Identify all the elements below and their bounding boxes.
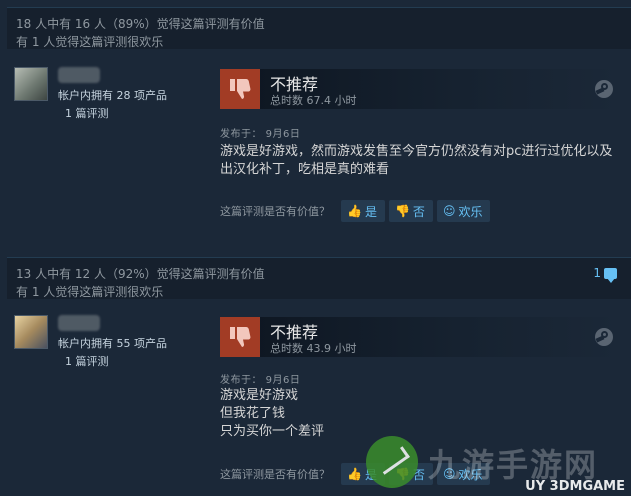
smiley-icon: ☺ bbox=[442, 467, 456, 481]
thumbs-up-icon: 👍 bbox=[347, 204, 362, 218]
funny-count-text: 有 1 人觉得这篇评测很欢乐 bbox=[16, 35, 164, 49]
review-body-line: 出汉化补丁，吃相是真的难看 bbox=[220, 162, 390, 177]
review-body-line: 但我花了钱 bbox=[220, 406, 286, 421]
vote-no-button[interactable]: 👎 否 bbox=[388, 200, 433, 222]
posted-date: 发布于： 9月6日 bbox=[220, 129, 301, 140]
products-owned[interactable]: 帐户内拥有 55 项产品 bbox=[58, 335, 167, 351]
vote-row: 这篇评测是否有价值？ 👍 是 👎 否 ☺ 欢乐 bbox=[220, 200, 491, 222]
vote-row: 这篇评测是否有价值？ 👍 是 👎 否 ☺ 欢乐 bbox=[220, 463, 491, 485]
vote-funny-label: 欢乐 bbox=[458, 204, 483, 219]
review-card: 18 人中有 16 人（89%）觉得这篇评测有价值 有 1 人觉得这篇评测很欢乐… bbox=[7, 7, 631, 229]
comment-count-link[interactable]: 1 bbox=[593, 264, 617, 283]
smiley-icon: ☺ bbox=[442, 204, 456, 218]
vote-funny-label: 欢乐 bbox=[458, 467, 483, 482]
author-review-count[interactable]: 1 篇评测 bbox=[65, 105, 109, 121]
vote-yes-label: 是 bbox=[364, 467, 377, 482]
vote-yes-button[interactable]: 👍 是 bbox=[341, 200, 385, 222]
thumbs-up-icon: 👍 bbox=[347, 467, 362, 481]
vote-funny-button[interactable]: ☺ 欢乐 bbox=[436, 463, 491, 485]
review-body-line: 只为买你一个差评 bbox=[220, 424, 325, 439]
vote-question: 这篇评测是否有价值？ bbox=[220, 468, 330, 481]
vote-no-label: 否 bbox=[412, 467, 425, 482]
steam-icon bbox=[595, 80, 613, 98]
playtime-hours: 总时数 43.9 小时 bbox=[270, 342, 357, 355]
steam-icon bbox=[595, 328, 613, 346]
playtime-hours: 总时数 67.4 小时 bbox=[270, 94, 357, 107]
avatar[interactable] bbox=[14, 67, 48, 101]
author-name-blurred[interactable] bbox=[58, 315, 100, 331]
posted-date: 发布于： 9月6日 bbox=[220, 375, 301, 386]
vote-yes-label: 是 bbox=[364, 204, 377, 219]
review-helpfulness: 13 人中有 12 人（92%）觉得这篇评测有价值 有 1 人觉得这篇评测很欢乐… bbox=[7, 257, 631, 299]
vote-no-button[interactable]: 👎 否 bbox=[388, 463, 433, 485]
review-body-line: 游戏是好游戏，然而游戏发售至今官方仍然没有对pc进行过优化以及 bbox=[220, 144, 613, 159]
helpful-count-text: 13 人中有 12 人（92%）觉得这篇评测有价值 bbox=[16, 267, 265, 281]
thumbs-down-icon bbox=[220, 317, 260, 357]
comment-count: 1 bbox=[593, 266, 601, 280]
author-review-count[interactable]: 1 篇评测 bbox=[65, 353, 109, 369]
vote-yes-button[interactable]: 👍 是 bbox=[341, 463, 385, 485]
thumbs-down-icon: 👎 bbox=[394, 467, 410, 481]
helpful-count-text: 18 人中有 16 人（89%）觉得这篇评测有价值 bbox=[16, 17, 265, 31]
vote-no-label: 否 bbox=[412, 204, 425, 219]
review-card: 13 人中有 12 人（92%）觉得这篇评测有价值 有 1 人觉得这篇评测很欢乐… bbox=[7, 257, 631, 496]
thumbs-down-icon bbox=[220, 69, 260, 109]
review-body: 游戏是好游戏，然而游戏发售至今官方仍然没有对pc进行过优化以及 出汉化补丁，吃相… bbox=[220, 143, 620, 179]
avatar[interactable] bbox=[14, 315, 48, 349]
review-body-line: 游戏是好游戏 bbox=[220, 388, 299, 403]
review-body: 游戏是好游戏 但我花了钱 只为买你一个差评 bbox=[220, 387, 620, 441]
vote-question: 这篇评测是否有价值？ bbox=[220, 205, 330, 218]
review-helpfulness: 18 人中有 16 人（89%）觉得这篇评测有价值 有 1 人觉得这篇评测很欢乐 bbox=[7, 7, 631, 49]
review-verdict[interactable]: 不推荐 总时数 43.9 小时 bbox=[220, 317, 620, 357]
comment-bubble-icon bbox=[604, 267, 617, 283]
funny-count-text: 有 1 人觉得这篇评测很欢乐 bbox=[16, 285, 164, 299]
review-verdict[interactable]: 不推荐 总时数 67.4 小时 bbox=[220, 69, 620, 109]
products-owned[interactable]: 帐户内拥有 28 项产品 bbox=[58, 87, 167, 103]
vote-funny-button[interactable]: ☺ 欢乐 bbox=[436, 200, 491, 222]
author-name-blurred[interactable] bbox=[58, 67, 100, 83]
thumbs-down-icon: 👎 bbox=[394, 204, 410, 218]
